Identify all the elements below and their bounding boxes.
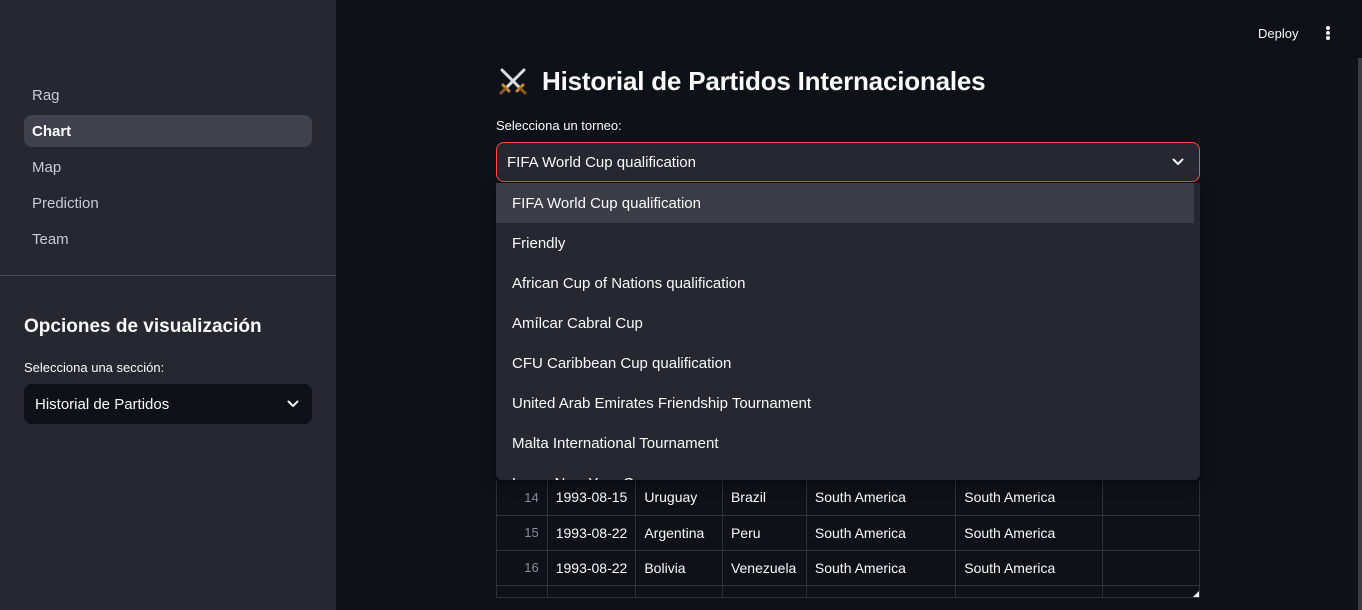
page-title-row: Historial de Partidos Internacionales	[496, 64, 986, 98]
sidebar-item-team[interactable]: Team	[24, 223, 312, 255]
section-select-value: Historial de Partidos	[35, 395, 170, 413]
sidebar-nav: Rag Chart Map Prediction Team	[24, 79, 312, 259]
kebab-menu-icon[interactable]	[1320, 24, 1336, 42]
empty-cell	[1102, 550, 1199, 586]
row-index	[497, 585, 548, 597]
dropdown-option[interactable]: African Cup of Nations qualification	[496, 263, 1194, 303]
sidebar: Rag Chart Map Prediction Team Opciones d…	[0, 0, 336, 610]
empty-cell	[1102, 480, 1199, 516]
away-conf-cell: South America	[955, 550, 1103, 586]
away-conf-cell	[955, 585, 1103, 597]
home-team-cell: Uruguay	[635, 480, 723, 516]
section-select[interactable]: Historial de Partidos	[24, 384, 312, 424]
dropdown-option[interactable]: Malta International Tournament	[496, 423, 1194, 463]
tournament-dropdown-menu: FIFA World Cup qualification Friendly Af…	[496, 183, 1200, 480]
page-title: Historial de Partidos Internacionales	[542, 65, 986, 96]
row-index: 15	[497, 515, 548, 551]
dropdown-option[interactable]: CFU Caribbean Cup qualification	[496, 343, 1194, 383]
away-team-cell	[722, 585, 807, 597]
sidebar-item-chart[interactable]: Chart	[24, 115, 312, 147]
away-team-cell: Peru	[722, 515, 807, 551]
sidebar-heading: Opciones de visualización	[24, 316, 262, 337]
table-row: 15 1993-08-22 Argentina Peru South Ameri…	[497, 515, 1199, 551]
dropdown-option[interactable]: United Arab Emirates Friendship Tourname…	[496, 383, 1194, 423]
scrollbar[interactable]	[1358, 58, 1362, 610]
home-conf-cell: South America	[806, 480, 957, 516]
away-team-cell: Brazil	[722, 480, 807, 516]
dropdown-option[interactable]: Lunar New Year Cup	[496, 463, 1194, 481]
section-select-label: Selecciona una sección:	[24, 360, 165, 375]
table-row	[497, 585, 1199, 597]
row-index: 14	[497, 480, 548, 516]
table-row: 14 1993-08-15 Uruguay Brazil South Ameri…	[497, 480, 1199, 516]
chevron-down-icon	[1171, 155, 1185, 169]
home-conf-cell: South America	[806, 515, 957, 551]
sidebar-item-prediction[interactable]: Prediction	[24, 187, 312, 219]
empty-cell	[1102, 515, 1199, 551]
home-team-cell	[635, 585, 723, 597]
matches-table[interactable]: 14 1993-08-15 Uruguay Brazil South Ameri…	[496, 480, 1200, 598]
dropdown-option[interactable]: Amílcar Cabral Cup	[496, 303, 1194, 343]
date-cell: 1993-08-22	[547, 515, 637, 551]
chevron-down-icon	[286, 397, 300, 411]
row-index: 16	[497, 550, 548, 586]
resize-handle-icon[interactable]	[1193, 591, 1199, 597]
sidebar-item-map[interactable]: Map	[24, 151, 312, 183]
date-cell: 1993-08-15	[547, 480, 637, 516]
deploy-button[interactable]: Deploy	[1250, 22, 1306, 44]
crossed-swords-icon	[496, 64, 530, 98]
sidebar-divider	[0, 275, 336, 276]
home-team-cell: Argentina	[635, 515, 723, 551]
dropdown-option[interactable]: Friendly	[496, 223, 1194, 263]
empty-cell	[1102, 585, 1199, 597]
date-cell	[547, 585, 637, 597]
home-conf-cell: South America	[806, 550, 957, 586]
away-team-cell: Venezuela	[722, 550, 807, 586]
away-conf-cell: South America	[955, 515, 1103, 551]
home-conf-cell	[806, 585, 957, 597]
tournament-select-label: Selecciona un torneo:	[496, 118, 622, 133]
sidebar-item-rag[interactable]: Rag	[24, 79, 312, 111]
tournament-select-value: FIFA World Cup qualification	[507, 153, 696, 171]
tournament-select[interactable]: FIFA World Cup qualification	[496, 142, 1200, 182]
home-team-cell: Bolivia	[635, 550, 723, 586]
away-conf-cell: South America	[955, 480, 1103, 516]
dropdown-option[interactable]: FIFA World Cup qualification	[496, 183, 1194, 223]
table-row: 16 1993-08-22 Bolivia Venezuela South Am…	[497, 550, 1199, 586]
date-cell: 1993-08-22	[547, 550, 637, 586]
